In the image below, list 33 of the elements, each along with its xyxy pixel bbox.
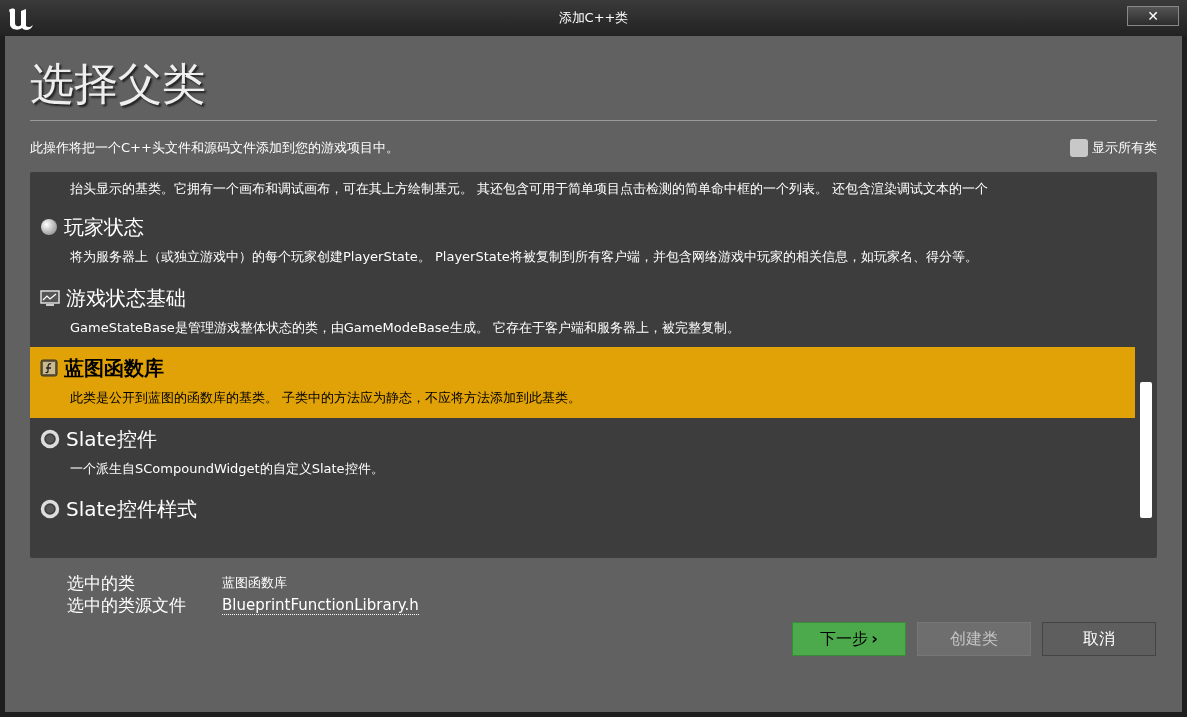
- dialog-button[interactable]: 取消: [1042, 622, 1156, 656]
- intro-text: 此操作将把一个C++头文件和源码文件添加到您的游戏项目中。: [30, 139, 399, 158]
- dialog-button[interactable]: 下一步 ›: [792, 622, 906, 656]
- window-title: 添加C++类: [558, 9, 629, 28]
- source-file-link[interactable]: BlueprintFunctionLibrary.h: [222, 596, 419, 615]
- class-title: 蓝图函数库: [64, 355, 164, 382]
- class-list-item[interactable]: 蓝图函数库 此类是公开到蓝图的函数库的基类。 子类中的方法应为静态，不应将方法添加到此基类。: [30, 347, 1135, 418]
- show-all-checkbox[interactable]: 显示所有类: [1070, 138, 1157, 158]
- ring-icon: [40, 499, 60, 519]
- class-description: 此类是公开到蓝图的函数库的基类。 子类中的方法应为静态，不应将方法添加到此基类。: [69, 389, 583, 407]
- class-title: 游戏状态基础: [66, 284, 186, 312]
- selected-class-value: 蓝图函数库: [222, 574, 288, 592]
- class-title: Slate控件样式: [66, 496, 197, 523]
- close-button[interactable]: ✕: [1127, 6, 1179, 26]
- class-description: 一个派生自SCompoundWidget的自定义Slate控件。: [69, 459, 385, 478]
- logo-icon: [6, 6, 36, 32]
- class-title: Slate控件: [66, 425, 157, 453]
- class-description: GameStateBase是管理游戏整体状态的类，由GameModeBase生成。 它存在于客户端和服务器上，被完整复制。: [69, 318, 741, 337]
- class-list-item[interactable]: 玩家状态 将为服务器上（或独立游戏中）的每个玩家创建PlayerState。 PlayerState将被复制到所有客户端，并包含网络游戏中玩家的相关信息，如玩家名、得分等。: [30, 206, 1135, 277]
- selected-class-label: 选中的类: [67, 572, 136, 594]
- ring-icon: [40, 428, 60, 449]
- class-description: 将为服务器上（或独立游戏中）的每个玩家创建PlayerState。 PlayerState将被复制到所有客户端，并包含网络游戏中玩家的相关信息，如玩家名、得分等。: [69, 248, 979, 266]
- monitor-icon: [40, 288, 60, 307]
- class-list-item[interactable]: Slate控件样式: [30, 488, 1135, 533]
- class-list-item[interactable]: Slate控件 一个派生自SCompoundWidget的自定义Slate控件。: [30, 417, 1135, 488]
- function-icon: [40, 359, 58, 377]
- scrollbar-thumb[interactable]: [1140, 382, 1152, 518]
- class-description: 抬头显示的基类。它拥有一个画布和调试画布，可在其上方绘制基元。 其还包含可用于简单项目点击检测的简单命中框的一个列表。 还包含渲染调试文本的一个: [70, 180, 989, 199]
- source-file-label: 选中的类源文件: [67, 594, 187, 616]
- dialog-heading: 选择父类: [30, 57, 207, 111]
- class-title: 玩家状态: [64, 214, 144, 241]
- class-list-item[interactable]: 游戏状态基础 GameStateBase是管理游戏整体状态的类，由GameModeBase生成。 它存在于客户端和服务器上，被完整复制。: [30, 276, 1135, 347]
- sphere-icon: [40, 218, 58, 236]
